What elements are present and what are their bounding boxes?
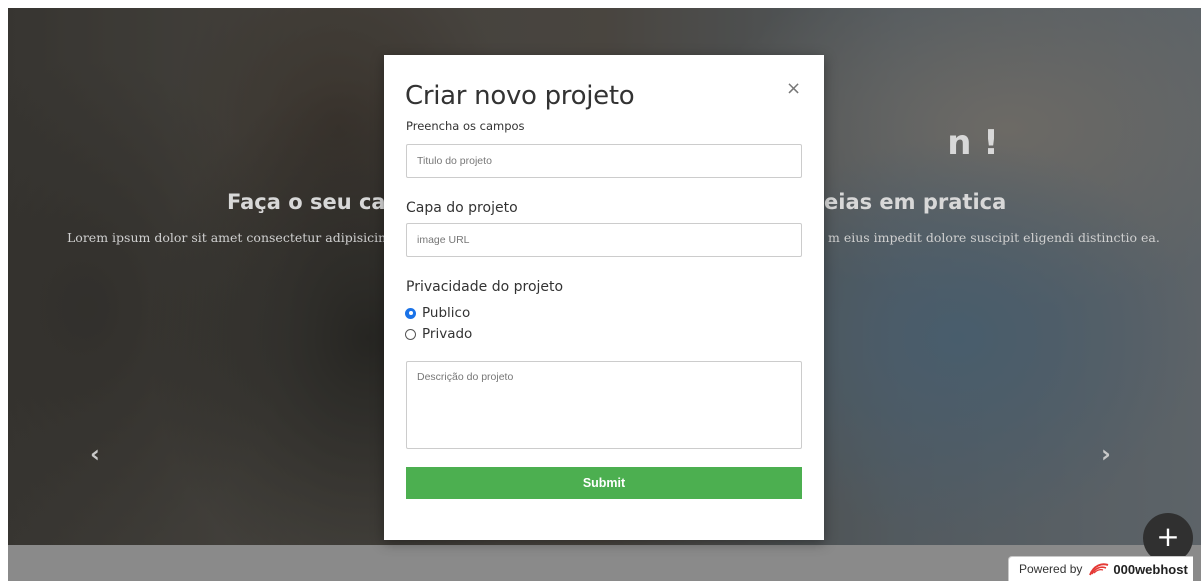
radio-privado-label: Privado (422, 326, 473, 342)
close-icon[interactable]: × (786, 79, 801, 99)
plus-icon: + (1156, 520, 1180, 553)
hero-subheading-left: Faça o seu cad (227, 190, 401, 214)
radio-publico-label: Publico (422, 305, 471, 321)
webhost-logo-icon (1089, 563, 1109, 576)
modal-title: Criar novo projeto (405, 81, 635, 111)
radio-privado[interactable] (405, 328, 416, 340)
hero-description-right: m eius impedit dolore suscipit eligendi … (828, 230, 1160, 245)
submit-button[interactable]: Submit (406, 467, 802, 499)
radio-publico[interactable] (405, 307, 416, 319)
privacy-option-publico[interactable]: Publico (405, 305, 470, 321)
cover-label: Capa do projeto (406, 200, 518, 216)
hero-description-left: Lorem ipsum dolor sit amet consectetur a… (67, 230, 395, 245)
project-description-textarea[interactable] (406, 361, 802, 449)
hero-heading-right: n ! (947, 123, 999, 163)
powered-by-prefix: Powered by (1019, 562, 1083, 576)
hero-subheading-right: eias em pratica (824, 190, 1007, 214)
powered-by-brand: 000webhost (1113, 561, 1188, 577)
powered-by-badge[interactable]: Powered by 000webhost (1008, 556, 1193, 581)
cover-url-input[interactable] (406, 223, 802, 257)
modal-subtitle: Preencha os campos (406, 119, 525, 133)
privacy-label: Privacidade do projeto (406, 279, 564, 295)
create-project-modal: Criar novo projeto × Preencha os campos … (384, 55, 824, 540)
carousel-next-arrow-icon[interactable]: › (1101, 440, 1111, 468)
carousel-prev-arrow-icon[interactable]: ‹ (90, 440, 100, 468)
privacy-option-privado[interactable]: Privado (405, 326, 472, 342)
project-title-input[interactable] (406, 144, 802, 178)
